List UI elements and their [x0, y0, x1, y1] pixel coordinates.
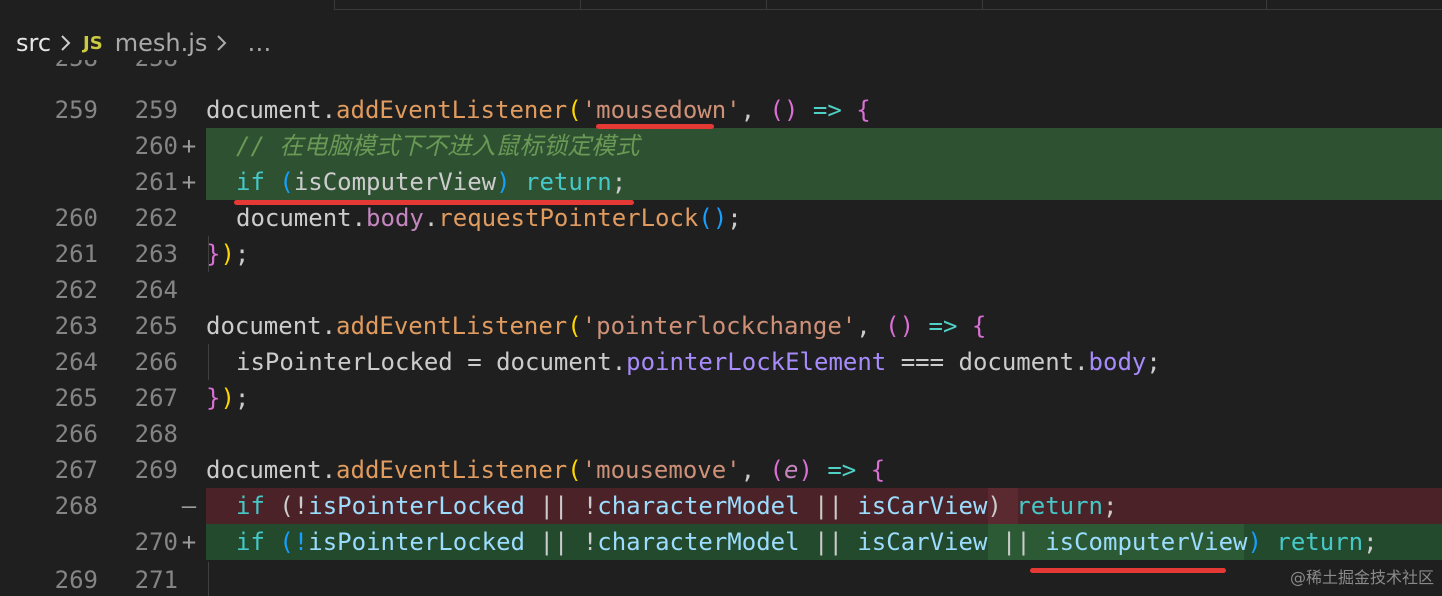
breadcrumb-symbols-more[interactable]: … [247, 29, 271, 57]
tab-separator [334, 0, 335, 10]
new-line-number [120, 488, 178, 524]
code-line[interactable]: 266 268 [0, 416, 1442, 452]
code-line[interactable]: 260 262 document.body.requestPointerLock… [0, 200, 1442, 236]
old-line-number: 258 [40, 60, 98, 76]
new-line-number: 260 [134, 132, 178, 160]
watermark: @稀土掘金技术社区 [1289, 568, 1434, 587]
code-text: }); [206, 384, 250, 412]
old-line-number: 265 [54, 384, 98, 412]
old-line-number [40, 128, 98, 164]
old-line-number: 264 [54, 348, 98, 376]
code-text: }); [206, 240, 250, 268]
code-line[interactable]: 269 271 [0, 562, 1442, 596]
breadcrumb-file[interactable]: mesh.js [115, 29, 208, 57]
code-line-removed[interactable]: 268 — if (!isPointerLocked || !character… [0, 488, 1442, 524]
code-text: document.body.requestPointerLock(); [236, 204, 742, 232]
old-line-number: 262 [54, 276, 98, 304]
code-line[interactable]: 264 266 isPointerLocked = document.point… [0, 344, 1442, 380]
new-line-number: 268 [134, 420, 178, 448]
new-line-number: 258 [120, 60, 178, 76]
code-text: if (!isPointerLocked || !characterModel … [236, 492, 1118, 520]
code-line[interactable]: 267 269 document.addEventListener('mouse… [0, 452, 1442, 488]
old-line-number: 259 [54, 96, 98, 124]
diff-added-marker: + [181, 528, 197, 556]
code-line[interactable]: 258 258 [0, 60, 1442, 76]
code-line[interactable]: 265 267 }); [0, 380, 1442, 416]
code-line-added[interactable]: 260 + // 在电脑模式下不进入鼠标锁定模式 [0, 128, 1442, 164]
old-line-number: 268 [54, 492, 98, 520]
code-text: // 在电脑模式下不进入鼠标锁定模式 [236, 132, 640, 160]
new-line-number: 261 [134, 168, 178, 196]
tab-strip [0, 0, 1442, 10]
code-line[interactable]: 263 265 document.addEventListener('point… [0, 308, 1442, 344]
indent-guide [208, 344, 209, 380]
chevron-right-icon [217, 35, 227, 51]
code-text: isPointerLocked = document.pointerLockEl… [236, 348, 1161, 376]
new-line-number: 269 [134, 456, 178, 484]
javascript-file-icon: JS [83, 32, 103, 54]
diff-removed-marker: — [181, 492, 197, 520]
tab-separator [1266, 0, 1267, 10]
new-line-number: 264 [134, 276, 178, 304]
old-line-number: 260 [54, 204, 98, 232]
code-text: document.addEventListener('pointerlockch… [206, 312, 987, 340]
indent-guide [208, 562, 209, 596]
new-line-number: 265 [134, 312, 178, 340]
new-line-number: 262 [134, 204, 178, 232]
old-line-number: 269 [54, 566, 98, 594]
code-line[interactable]: 262 264 [0, 272, 1442, 308]
new-line-number: 263 [134, 240, 178, 268]
old-line-number [40, 524, 98, 560]
diff-editor[interactable]: 258 258 259 259 document.addEventListene… [0, 60, 1442, 596]
code-line-added[interactable]: 270 + if (!isPointerLocked || !character… [0, 524, 1442, 560]
new-line-number: 259 [134, 96, 178, 124]
new-line-number: 270 [134, 528, 178, 556]
diff-added-marker: + [181, 132, 197, 160]
code-text: document.addEventListener('mousedown', (… [206, 96, 871, 124]
annotation-underline [596, 124, 714, 129]
new-line-number: 271 [134, 566, 178, 594]
code-text: document.addEventListener('mousemove', (… [206, 456, 886, 484]
indent-guide [208, 236, 209, 272]
new-line-number: 266 [134, 348, 178, 376]
old-line-number: 266 [54, 420, 98, 448]
old-line-number: 263 [54, 312, 98, 340]
tab-strip-border [334, 9, 1442, 10]
breadcrumb-folder[interactable]: src [16, 29, 51, 57]
tab-separator [766, 0, 767, 10]
code-line[interactable]: 261 263 }); [0, 236, 1442, 272]
tab-separator [982, 0, 983, 10]
breadcrumb: src JS mesh.js … [16, 24, 271, 62]
new-line-number: 267 [134, 384, 178, 412]
code-text: if (isComputerView) return; [236, 168, 627, 196]
diff-added-marker: + [181, 168, 197, 196]
code-line[interactable]: 259 259 document.addEventListener('mouse… [0, 92, 1442, 128]
old-line-number: 267 [54, 456, 98, 484]
code-line-added[interactable]: 261 + if (isComputerView) return; [0, 164, 1442, 200]
code-text: if (!isPointerLocked || !characterModel … [236, 528, 1378, 556]
tab-separator [580, 0, 581, 10]
old-line-number [40, 164, 98, 200]
old-line-number: 261 [54, 240, 98, 268]
chevron-right-icon [61, 35, 71, 51]
